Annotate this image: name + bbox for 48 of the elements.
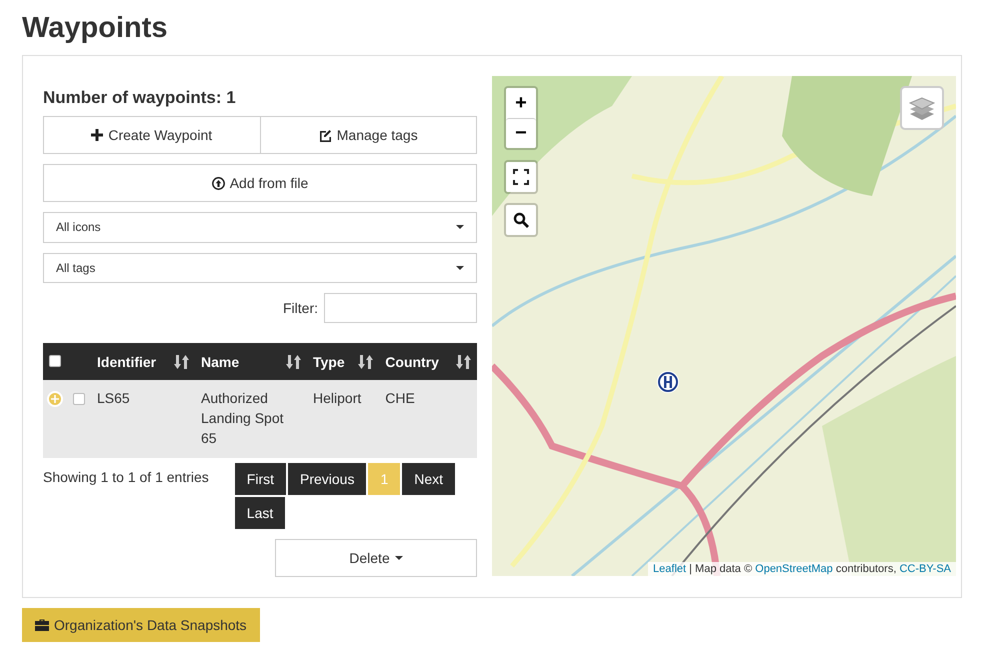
pagination-button[interactable]: Previous xyxy=(288,463,366,495)
add-from-file-button[interactable]: Add from file xyxy=(43,164,477,202)
layers-icon xyxy=(909,95,935,121)
pagination-button[interactable]: Last xyxy=(234,497,286,529)
sort-icon xyxy=(286,354,301,368)
data-snapshots-button[interactable]: Organization's Data Snapshots xyxy=(22,608,260,642)
caret-icon xyxy=(456,266,464,270)
filter-input[interactable] xyxy=(324,293,477,323)
dropdown-select[interactable]: All tags xyxy=(43,252,477,283)
filter-label: Filter: xyxy=(283,300,318,316)
expand-row-button[interactable] xyxy=(47,391,63,408)
edit-icon xyxy=(318,128,332,142)
map-attribution: Leaflet | Map data © OpenStreetMap contributors, CC-BY-SA xyxy=(648,562,956,576)
manage-tags-button[interactable]: Manage tags xyxy=(260,116,477,154)
column-header[interactable]: Type xyxy=(307,343,380,380)
create-waypoint-button[interactable]: Create Waypoint xyxy=(43,116,260,154)
attribution-link[interactable]: Leaflet xyxy=(653,563,686,575)
table-cell: LS65 xyxy=(91,380,195,458)
heliport-marker-icon xyxy=(656,370,680,394)
table-cell: Heliport xyxy=(307,380,380,458)
sort-icon xyxy=(174,354,189,368)
column-header[interactable]: Country xyxy=(379,343,477,380)
row-checkbox[interactable] xyxy=(72,393,85,406)
select-all-checkbox[interactable] xyxy=(49,354,61,366)
page-title: Waypoints xyxy=(21,11,169,43)
pagination-button[interactable]: Next xyxy=(402,463,456,495)
pagination-button[interactable]: First xyxy=(234,463,286,495)
attribution-link[interactable]: CC-BY-SA xyxy=(899,563,951,575)
table-cell: CHE xyxy=(379,380,477,458)
entries-info: Showing 1 to 1 of 1 entries xyxy=(43,468,209,487)
column-header[interactable]: Identifier xyxy=(91,343,195,380)
caret-icon xyxy=(394,556,403,560)
column-header[interactable]: Name xyxy=(195,343,307,380)
search-icon xyxy=(513,212,529,228)
dropdown-select[interactable]: All icons xyxy=(43,212,477,242)
table-cell: Authorized Landing Spot 65 xyxy=(195,380,307,458)
briefcase-icon xyxy=(35,619,49,631)
waypoint-count: Number of waypoints: 1 xyxy=(43,88,237,108)
plus-icon xyxy=(91,129,104,141)
plus-icon xyxy=(51,395,59,404)
fullscreen-icon xyxy=(513,169,529,185)
attribution-link[interactable]: OpenStreetMap xyxy=(755,563,833,575)
upload-icon xyxy=(212,176,225,190)
sort-icon xyxy=(358,354,374,368)
layers-button[interactable] xyxy=(900,86,944,130)
caret-icon xyxy=(456,225,464,230)
sort-icon xyxy=(456,354,471,368)
delete-dropdown-button[interactable]: Delete xyxy=(275,539,477,577)
